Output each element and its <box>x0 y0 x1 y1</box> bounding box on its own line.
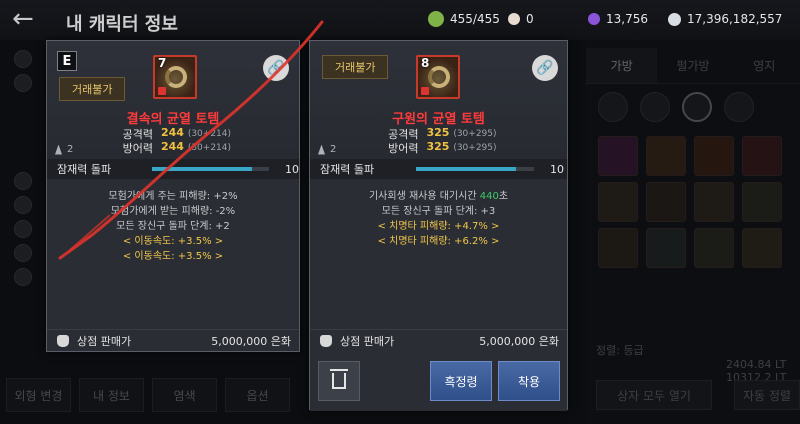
link-icon[interactable]: 🔗 <box>532 55 558 81</box>
revive-suffix: 초 <box>498 191 509 202</box>
effect-line-gold: < 이동속도: +3.5% > <box>122 251 224 262</box>
weight-value: 2 <box>67 144 74 155</box>
weight-value: 2 <box>330 144 337 155</box>
attack-detail: (30+295) <box>453 129 497 139</box>
item-level: 8 <box>421 56 430 70</box>
pearl-counter: 0 <box>508 10 534 28</box>
money-bag-icon <box>57 334 69 347</box>
untradable-badge: 거래불가 <box>322 55 389 79</box>
potential-value: 10 <box>550 162 564 176</box>
potential-row: 잠재력 돌파 10 <box>47 159 299 179</box>
effect-line-gold: < 치명타 피해량: +4.7% > <box>377 221 500 232</box>
discard-button[interactable] <box>318 361 360 401</box>
item-name: 구원의 균열 토템 <box>392 112 485 127</box>
shell-icon <box>165 66 187 88</box>
money-bag-icon <box>320 334 332 347</box>
defense-detail: (30+214) <box>187 143 232 153</box>
effect-line: 모험가에게 받는 피해량: -2% <box>110 206 236 217</box>
effect-line-gold: < 치명타 피해량: +6.2% > <box>377 236 500 247</box>
effect-line-gold: < 이동속도: +3.5% > <box>122 236 224 247</box>
equip-button[interactable]: 착용 <box>498 361 560 401</box>
effect-line: 모험가에게 주는 피해량: +2% <box>108 191 238 202</box>
trash-icon <box>330 369 348 389</box>
back-arrow-icon[interactable]: ← <box>12 6 34 32</box>
revive-value: 440 <box>479 191 499 202</box>
sell-price-row: 상점 판매가 5,000,000 은화 <box>310 329 567 351</box>
pearl-value: 0 <box>526 12 534 26</box>
totem-item-icon: 7 <box>153 55 197 99</box>
potential-bar <box>416 167 534 171</box>
grade-badge: E <box>57 51 77 71</box>
revive-cooldown-line: 기사회생 재사용 대기시간 440초 <box>310 189 567 204</box>
effect-line: 모든 장신구 돌파 단계: +3 <box>381 206 496 217</box>
price-value: 5,000,000 은화 <box>479 334 559 348</box>
shell-icon <box>428 66 450 88</box>
price-label: 상점 판매가 <box>340 334 395 348</box>
effects-list: 모험가에게 주는 피해량: +2% 모험가에게 받는 피해량: -2% 모든 장… <box>47 189 299 264</box>
sell-price-row: 상점 판매가 5,000,000 은화 <box>47 329 299 351</box>
attack-number: 325 <box>426 126 450 139</box>
item-tooltip-compare: E 거래불가 7 🔗 결속의 균열 토템 공격력 244 (30+214) 방어… <box>46 40 300 352</box>
revive-prefix: 기사회생 재사용 대기시간 <box>368 191 480 202</box>
effects-list: 기사회생 재사용 대기시간 440초 모든 장신구 돌파 단계: +3 < 치명… <box>310 189 567 249</box>
lock-icon <box>421 87 429 95</box>
potential-value: 10 <box>284 162 299 176</box>
potential-bar-fill <box>416 167 517 171</box>
top-bar: ← 내 캐릭터 정보 455/455 0 13,756 17,396,182,5… <box>0 0 800 40</box>
defense-value: 325 (30+295) <box>427 140 503 156</box>
attack-detail: (30+214) <box>187 129 232 139</box>
silver-coin-icon <box>668 12 681 26</box>
potential-bar <box>152 167 270 171</box>
page-title: 내 캐릭터 정보 <box>66 14 178 35</box>
action-bar: 흑정령 착용 <box>310 353 567 411</box>
attack-number: 244 <box>161 126 184 139</box>
weight-info: 2 <box>55 144 73 155</box>
silver-value: 17,396,182,557 <box>687 12 783 26</box>
silver-counter: 17,396,182,557 <box>668 10 782 28</box>
link-icon[interactable]: 🔗 <box>263 55 289 81</box>
defense-number: 244 <box>161 140 184 153</box>
black-spirit-button[interactable]: 흑정령 <box>430 361 492 401</box>
defense-value: 244 (30+214) <box>161 140 237 156</box>
potential-row: 잠재력 돌파 10 <box>310 159 567 179</box>
pearl-icon <box>508 13 520 25</box>
stamina-icon <box>428 11 444 27</box>
defense-number: 325 <box>426 140 450 153</box>
stamina-counter: 455/455 <box>428 10 500 28</box>
weight-info: 2 <box>318 144 336 155</box>
defense-stat: 방어력 244 (30+214) <box>47 140 299 156</box>
item-level: 7 <box>158 56 167 70</box>
defense-label: 방어력 <box>388 142 419 155</box>
totem-item-icon: 8 <box>416 55 460 99</box>
untradable-badge: 거래불가 <box>59 77 126 101</box>
stamina-value: 455/455 <box>450 12 500 26</box>
effect-line: 모든 장신구 돌파 단계: +2 <box>116 221 230 232</box>
item-tooltip: 거래불가 8 🔗 구원의 균열 토템 공격력 325 (30+295) 방어력 … <box>309 40 568 411</box>
potential-label: 잠재력 돌파 <box>57 163 112 176</box>
potential-bar-fill <box>152 167 252 171</box>
defense-label: 방어력 <box>122 142 153 155</box>
purple-gem-value: 13,756 <box>606 12 648 26</box>
weight-icon <box>55 144 62 155</box>
defense-stat: 방어력 325 (30+295) <box>310 140 567 156</box>
lock-icon <box>158 87 166 95</box>
defense-detail: (30+295) <box>453 143 497 153</box>
potential-label: 잠재력 돌파 <box>320 163 375 176</box>
purple-gem-counter: 13,756 <box>588 10 648 28</box>
price-value: 5,000,000 은화 <box>211 334 291 348</box>
price-label: 상점 판매가 <box>77 334 132 348</box>
weight-icon <box>318 144 325 155</box>
item-name: 결속의 균열 토템 <box>126 112 220 127</box>
purple-gem-icon <box>588 13 600 25</box>
